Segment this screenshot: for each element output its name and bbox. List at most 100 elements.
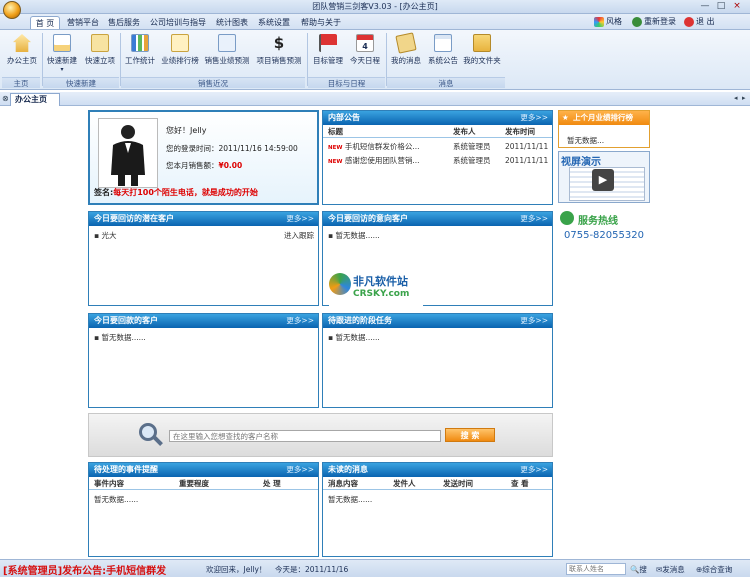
minimize-button[interactable]: — xyxy=(698,1,712,12)
quick-search-button[interactable]: 🔍搜 xyxy=(630,564,647,575)
calendar-icon: 4 xyxy=(356,34,374,52)
empty-state: 暂无数据...... xyxy=(328,495,373,504)
table-header: 消息内容 发件人 发送时间 查 看 xyxy=(323,477,552,490)
more-link[interactable]: 更多>> xyxy=(520,111,548,125)
close-button[interactable]: × xyxy=(730,1,744,12)
ranking-button[interactable]: 业绩排行榜 xyxy=(159,32,201,76)
bullet-icon: ▪ xyxy=(94,333,100,342)
panel-title: 上个月业绩排行榜 xyxy=(573,113,633,122)
work-stats-button[interactable]: 工作统计 xyxy=(122,32,158,76)
tab-close-icon[interactable]: ⊗ xyxy=(2,94,9,103)
customer-search-input[interactable] xyxy=(169,430,441,442)
exit-button[interactable]: 退 出 xyxy=(684,16,715,28)
empty-state: ▪ 暂无数据...... xyxy=(94,333,146,342)
tab-training[interactable]: 公司培训与指导 xyxy=(148,16,208,29)
tab-scroll-right-icon[interactable]: ▸ xyxy=(742,94,746,102)
tab-marketing[interactable]: 营销平台 xyxy=(64,16,102,29)
tab-home[interactable]: 首 页 xyxy=(30,16,60,29)
more-link[interactable]: 更多>> xyxy=(286,463,314,477)
table-row[interactable]: NEW 手机短信群发价格公... 系统管理员 2011/11/11 xyxy=(323,141,552,152)
service-hotline-banner: 服务热线 0755-82055320 xyxy=(558,206,650,244)
dropdown-arrow-icon: ▾ xyxy=(60,66,64,73)
bullet-icon: ▪ xyxy=(328,333,334,342)
table-header: 事件内容 重要程度 处 理 xyxy=(89,477,318,490)
folder-icon xyxy=(473,34,491,52)
hotline-label: 服务热线 xyxy=(578,216,618,227)
exit-icon xyxy=(684,17,694,27)
phone-icon xyxy=(560,211,574,225)
quick-project-button[interactable]: 快速立项 xyxy=(82,32,118,76)
watermark-logo: 非凡软件站 CRSKY.com xyxy=(329,271,423,306)
tab-charts[interactable]: 统计图表 xyxy=(213,16,251,29)
table-row[interactable]: NEW 感谢您使用团队营销... 系统管理员 2011/11/11 xyxy=(323,155,552,166)
more-link[interactable]: 更多>> xyxy=(520,212,548,226)
group-label-quick-new: 快速新建 xyxy=(43,77,119,88)
my-messages-button[interactable]: 我的消息 xyxy=(388,32,424,76)
tab-help[interactable]: 帮助与关于 xyxy=(297,16,345,29)
search-button[interactable]: 搜 索 xyxy=(445,428,495,442)
payment-customers-panel: 今日要回款的客户 更多>> ▪ 暂无数据...... xyxy=(88,313,319,408)
group-label-messages: 消息 xyxy=(387,77,505,88)
contact-name-input[interactable] xyxy=(566,563,626,575)
bullet-icon: ▪ xyxy=(94,231,100,240)
announcement-marquee[interactable]: [系统管理员]发布公告:手机短信群发 xyxy=(3,562,203,577)
maximize-button[interactable]: □ xyxy=(714,1,728,12)
bar-chart-icon xyxy=(131,34,149,52)
doc-tab-office-home[interactable]: 办公主页 xyxy=(10,93,60,106)
greeting: 您好！Jelly xyxy=(166,126,207,135)
tab-after-sales[interactable]: 售后服务 xyxy=(105,16,143,29)
panel-title: 未读的消息 xyxy=(328,465,368,474)
login-time: 2011/11/16 14:59:00 xyxy=(218,144,298,153)
pending-events-panel: 待处理的事件提醒 更多>> 事件内容 重要程度 处 理 暂无数据...... xyxy=(88,462,319,557)
project-forecast-button[interactable]: $ 项目销售预测 xyxy=(254,32,304,76)
home-icon xyxy=(13,34,31,52)
send-message-button[interactable]: ✉发消息 xyxy=(656,564,685,575)
more-link[interactable]: 更多>> xyxy=(286,314,314,328)
comprehensive-query-button[interactable]: ⊕综合查询 xyxy=(696,564,732,575)
video-demo-banner[interactable]: 视屏演示 ▶ xyxy=(558,151,650,203)
group-label-sales: 销售近况 xyxy=(121,77,305,88)
palette-icon xyxy=(594,17,604,27)
play-icon: ▶ xyxy=(592,169,614,191)
relogin-button[interactable]: 重新登录 xyxy=(632,16,676,28)
monthly-sales-value: ¥0.00 xyxy=(218,161,243,170)
intent-customers-panel: 今日要回访的意向客户 更多>> ▪ 暂无数据...... 非凡软件站 CRSKY.… xyxy=(322,211,553,306)
goal-management-button[interactable]: 目标管理 xyxy=(310,32,346,76)
today-schedule-button[interactable]: 4 今天日程 xyxy=(347,32,383,76)
stage-tasks-panel: 待跟进的阶段任务 更多>> ▪ 暂无数据...... xyxy=(322,313,553,408)
enter-tracking-link[interactable]: 进入跟踪 xyxy=(284,230,314,241)
panel-title: 今日要回访的潜在客户 xyxy=(94,214,174,223)
signature-row: 签名:每天打100个陌生电话，就是成功的开始 xyxy=(94,188,258,197)
ranking-icon xyxy=(171,34,189,52)
message-icon xyxy=(395,32,417,54)
watermark-icon xyxy=(329,273,351,295)
empty-state: 暂无数据... xyxy=(567,136,605,145)
quick-new-button[interactable]: 快速新建 ▾ xyxy=(44,32,80,76)
home-page-button[interactable]: 办公主页 xyxy=(4,32,40,76)
customer-search-bar: 搜 索 xyxy=(88,413,553,457)
style-menu[interactable]: 风格 xyxy=(594,16,622,28)
tab-settings[interactable]: 系统设置 xyxy=(255,16,293,29)
potential-customers-panel: 今日要回访的潜在客户 更多>> ▪ 光大 进入跟踪 xyxy=(88,211,319,306)
star-icon: ★ xyxy=(562,113,569,122)
panel-title: 内部公告 xyxy=(328,113,360,122)
my-folder-button[interactable]: 我的文件夹 xyxy=(462,32,502,76)
status-bar: [系统管理员]发布公告:手机短信群发 欢迎回来，Jelly！ 今天是：2011/… xyxy=(0,559,750,577)
title-bar: 团队营销三剑客V3.03 - [办公主页] — □ × xyxy=(0,0,750,14)
hotline-number: 0755-82055320 xyxy=(564,230,644,241)
app-logo-icon[interactable] xyxy=(3,1,21,19)
signature-text: 每天打100个陌生电话，就是成功的开始 xyxy=(113,188,258,197)
sales-forecast-button[interactable]: 销售业绩预测 xyxy=(203,32,251,76)
list-item[interactable]: ▪ 光大 进入跟踪 xyxy=(89,230,318,241)
new-badge: NEW xyxy=(328,145,343,151)
more-link[interactable]: 更多>> xyxy=(286,212,314,226)
system-notice-button[interactable]: 系统公告 xyxy=(425,32,461,76)
more-link[interactable]: 更多>> xyxy=(520,314,548,328)
document-tab-strip: ⊗ 办公主页 ◂ ▸ xyxy=(0,92,750,106)
notice-icon xyxy=(434,34,452,52)
project-icon xyxy=(91,34,109,52)
demo-label: 视屏演示 xyxy=(561,157,601,168)
user-profile-panel: 您好！Jelly 您的登录时间：2011/11/16 14:59:00 您本月销… xyxy=(88,110,319,205)
more-link[interactable]: 更多>> xyxy=(520,463,548,477)
tab-scroll-left-icon[interactable]: ◂ xyxy=(734,94,738,102)
